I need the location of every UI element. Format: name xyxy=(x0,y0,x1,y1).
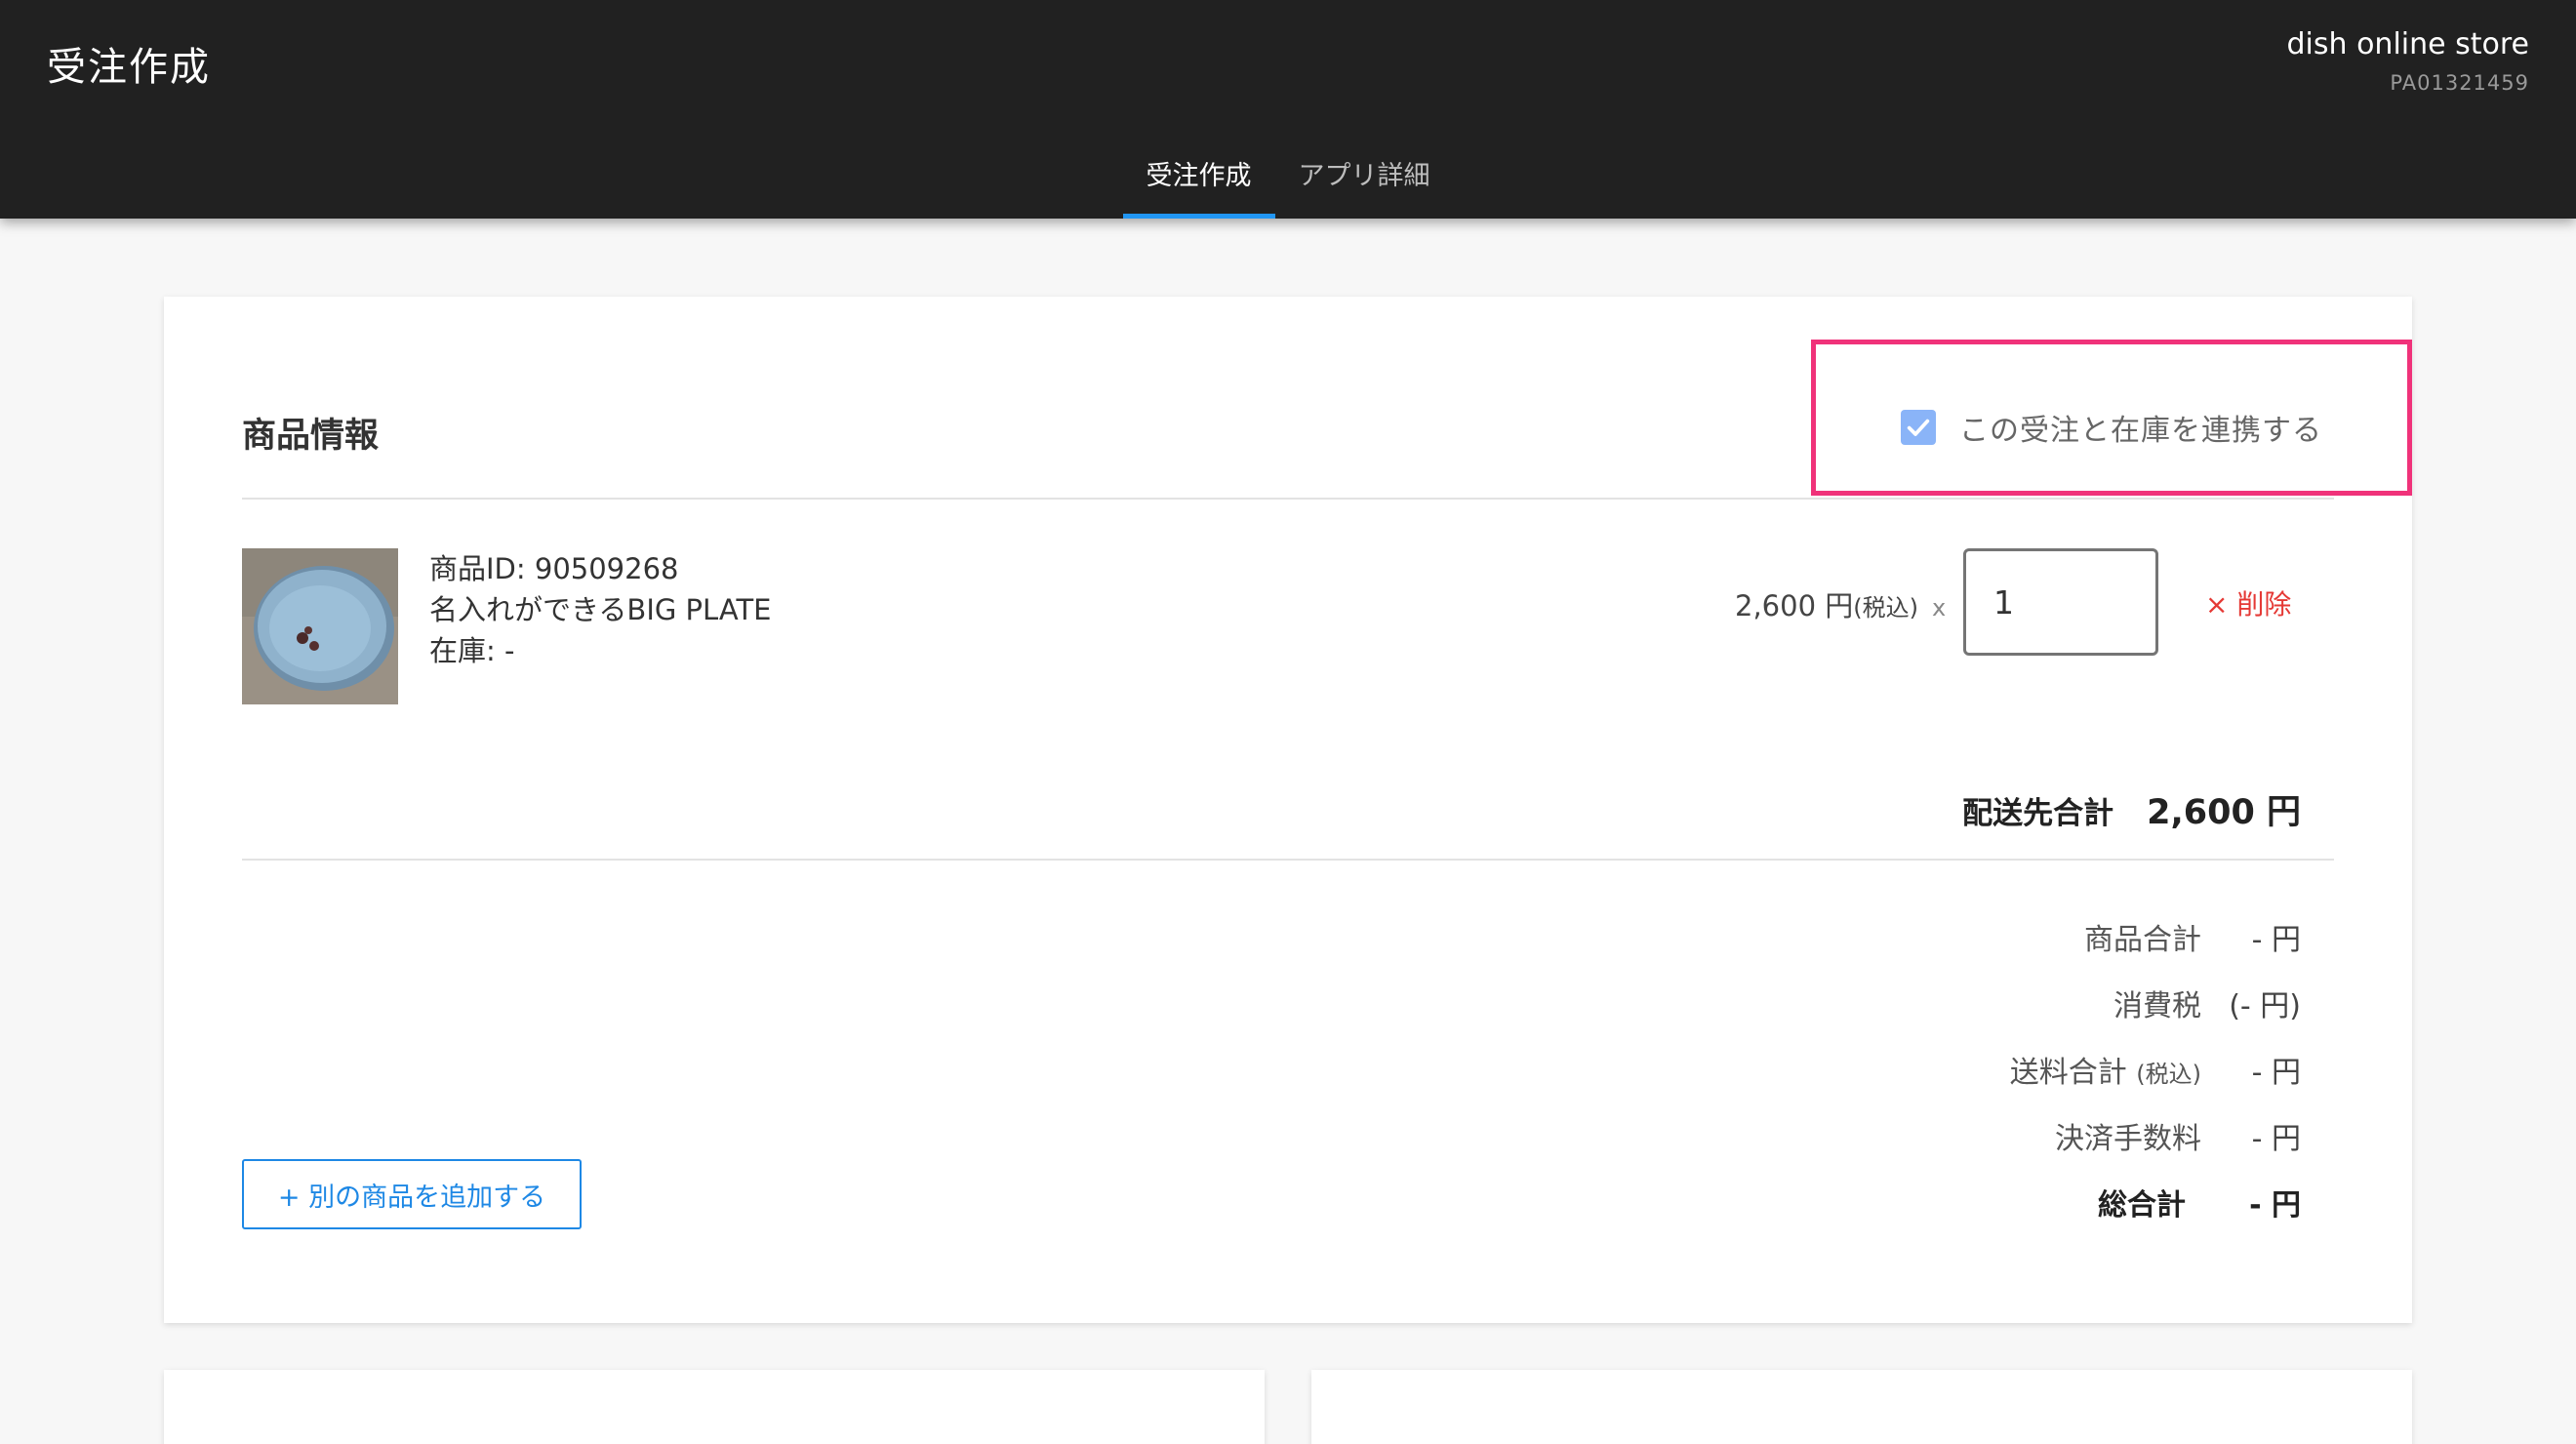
total-row-grand: 総合計 - 円 xyxy=(1823,1169,2301,1235)
product-name: 名入れができるBIG PLATE xyxy=(429,593,772,626)
store-id: PA01321459 xyxy=(2390,71,2529,95)
total-label: 決済手数料 xyxy=(2055,1122,2201,1156)
store-name: dish online store xyxy=(2286,27,2529,61)
totals-summary: 商品合計 - 円 消費税 (- 円) 送料合計 (税込) - 円 決済手数料 -… xyxy=(1823,903,2301,1235)
product-info-card: 商品情報 この受注と在庫を連携する 商品ID: 90509268 名入れができる… xyxy=(164,297,2412,1323)
total-row-tax: 消費税 (- 円) xyxy=(1823,970,2301,1036)
delete-button[interactable]: × 削除 xyxy=(2205,583,2291,622)
price-value: 2,600 円 xyxy=(1735,589,1854,622)
app-header: 受注作成 dish online store PA01321459 受注作成 ア… xyxy=(0,0,2576,219)
stock-link-label: この受注と在庫を連携する xyxy=(1959,414,2322,448)
total-label-note: (税込) xyxy=(2136,1061,2201,1088)
grand-total-value: - 円 xyxy=(2249,1188,2301,1223)
total-row-shipping: 送料合計 (税込) - 円 xyxy=(1823,1036,2301,1103)
add-product-button[interactable]: + 別の商品を追加する xyxy=(242,1159,582,1229)
total-label: 消費税 xyxy=(2113,989,2201,1023)
shipping-subtotal: 配送先合計 2,600 円 xyxy=(1813,784,2301,834)
unit-price: 2,600 円(税込) x xyxy=(1735,583,1946,624)
total-label-text: 送料合計 xyxy=(2009,1056,2127,1090)
product-id: 商品ID: 90509268 xyxy=(429,552,679,585)
divider xyxy=(242,859,2334,861)
customer-info-card xyxy=(164,1370,1265,1444)
shipping-info-card xyxy=(1311,1370,2412,1444)
plate-image-icon xyxy=(242,548,398,704)
product-details: 商品ID: 90509268 名入れができるBIG PLATE 在庫: - xyxy=(429,548,772,671)
tax-note: (税込) xyxy=(1853,594,1918,622)
grand-total-label: 総合計 xyxy=(2098,1188,2186,1223)
subtotal-value: 2,600 円 xyxy=(2147,793,2301,832)
total-row-products: 商品合計 - 円 xyxy=(1823,903,2301,970)
total-label: 商品合計 xyxy=(2084,923,2201,957)
check-icon xyxy=(1907,419,1930,436)
section-title: 商品情報 xyxy=(242,417,380,456)
product-stock: 在庫: - xyxy=(429,634,515,667)
subtotal-label: 配送先合計 xyxy=(1962,796,2114,831)
total-row-payment-fee: 決済手数料 - 円 xyxy=(1823,1103,2301,1169)
total-value: - 円 xyxy=(2251,923,2301,957)
multiply-sign: x xyxy=(1931,594,1947,622)
quantity-input[interactable] xyxy=(1963,548,2158,656)
divider xyxy=(242,498,2334,500)
total-value: - 円 xyxy=(2251,1056,2301,1090)
total-value: (- 円) xyxy=(2229,989,2301,1023)
total-label-shipping: 送料合計 (税込) xyxy=(1823,1048,2201,1091)
total-value: - 円 xyxy=(2251,1122,2301,1156)
tab-bar: 受注作成 アプリ詳細 xyxy=(0,142,2576,219)
checkbox-checked-icon[interactable] xyxy=(1901,410,1936,445)
store-info: dish online store PA01321459 xyxy=(2287,27,2529,95)
stock-link-toggle[interactable]: この受注と在庫を連携する xyxy=(1901,406,2322,449)
app-title: 受注作成 xyxy=(47,45,211,90)
tab-create-order[interactable]: 受注作成 xyxy=(1122,142,1275,219)
tab-app-details[interactable]: アプリ詳細 xyxy=(1275,142,1454,219)
product-image xyxy=(242,548,398,704)
